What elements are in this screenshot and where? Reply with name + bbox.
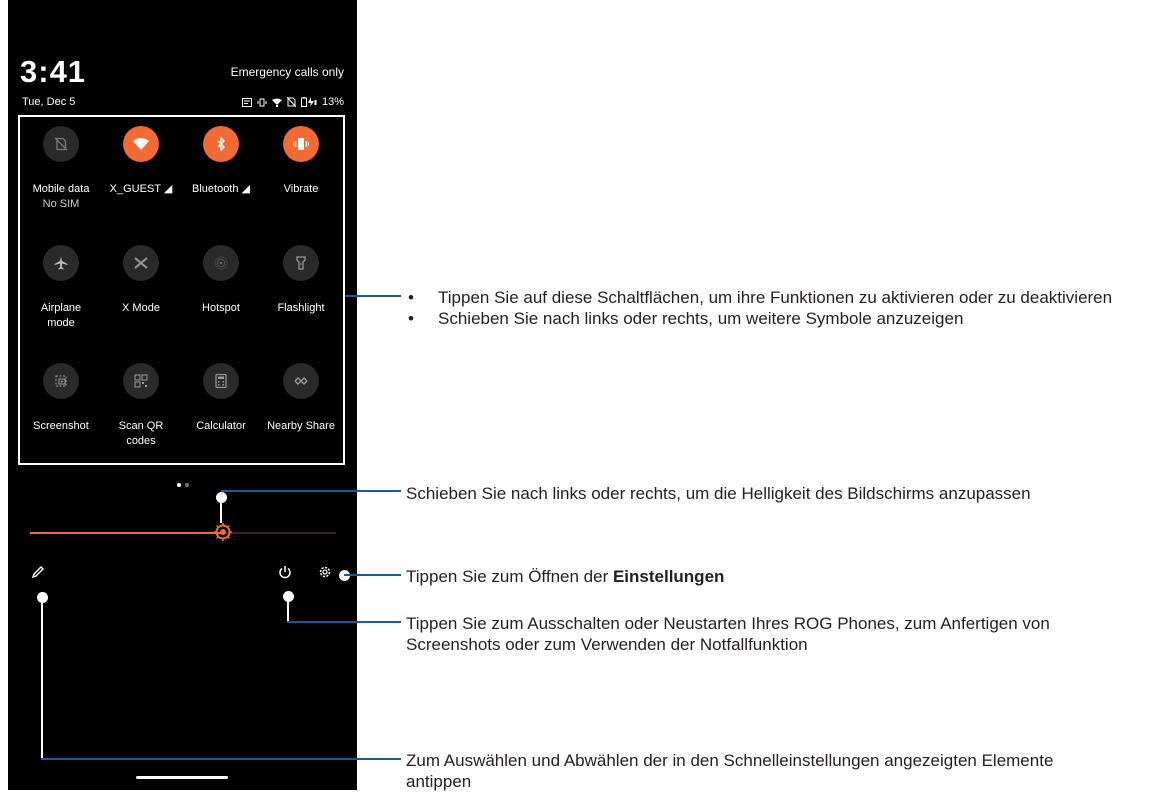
page-dot bbox=[185, 483, 189, 487]
screenshot-icon bbox=[43, 363, 79, 399]
x-mode-icon bbox=[123, 245, 159, 281]
tile-label: X_GUEST ◢ bbox=[109, 183, 173, 195]
clock: 3:41 bbox=[20, 54, 87, 89]
callout-line-brightness bbox=[221, 490, 401, 492]
tile-mobile-data[interactable]: Mobile data No SIM bbox=[21, 126, 101, 212]
wifi-icon bbox=[123, 126, 159, 162]
callout-brightness: Schieben Sie nach links oder rechts, um … bbox=[406, 484, 1031, 503]
calculator-icon bbox=[203, 363, 239, 399]
bluetooth-icon bbox=[203, 126, 239, 162]
power-button[interactable] bbox=[278, 565, 298, 585]
pencil-icon bbox=[31, 565, 51, 579]
page-indicator bbox=[177, 483, 189, 487]
settings-button[interactable] bbox=[318, 565, 338, 585]
tile-label: Bluetooth ◢ bbox=[192, 183, 250, 195]
tile-calculator[interactable]: Calculator bbox=[181, 363, 261, 434]
vibrate-status-icon bbox=[257, 98, 267, 107]
tile-nearby-share[interactable]: Nearby Share bbox=[261, 363, 341, 434]
tile-x-mode[interactable]: X Mode bbox=[101, 245, 181, 316]
tile-sublabel: No SIM bbox=[42, 198, 80, 210]
tile-label: X Mode bbox=[122, 302, 160, 314]
tile-wifi[interactable]: X_GUEST ◢ bbox=[101, 126, 181, 197]
phone-screen: 3:41 Tue, Dec 5 Emergency calls only 13%… bbox=[8, 0, 357, 790]
brightness-slider[interactable] bbox=[30, 523, 336, 541]
callout-bullet: • Schieben Sie nach links oder rechts, u… bbox=[406, 308, 1128, 329]
tile-vibrate[interactable]: Vibrate bbox=[261, 126, 341, 197]
power-icon bbox=[278, 565, 298, 579]
gear-icon bbox=[318, 565, 338, 579]
flashlight-icon bbox=[283, 245, 319, 281]
callout-bullet-text: Tippen Sie auf diese Schaltflächen, um i… bbox=[438, 288, 1113, 307]
callout-settings-bold: Einstellungen bbox=[612, 567, 725, 586]
tile-label: Vibrate bbox=[283, 183, 319, 195]
tile-label: Mobile data bbox=[32, 183, 90, 195]
battery-charging-icon bbox=[300, 97, 317, 107]
nearby-share-icon bbox=[283, 363, 319, 399]
tile-label: Nearby Share bbox=[267, 420, 335, 432]
callout-edit: Zum Auswählen und Abwählen der in den Sc… bbox=[406, 751, 1054, 791]
callout-line-power bbox=[287, 621, 401, 623]
tile-scan-qr[interactable]: Scan QR codes bbox=[101, 363, 181, 449]
tile-label: Scan QR codes bbox=[118, 420, 164, 447]
gesture-nav-bar[interactable] bbox=[136, 776, 228, 779]
callout-tiles: • Tippen Sie auf diese Schaltflächen, um… bbox=[406, 287, 1128, 329]
tile-label: Airplane mode bbox=[40, 302, 82, 329]
hotspot-icon bbox=[203, 245, 239, 281]
airplane-icon bbox=[43, 245, 79, 281]
callout-vline-power bbox=[287, 596, 289, 622]
callout-power: Tippen Sie zum Ausschalten oder Neustart… bbox=[406, 614, 1050, 654]
callout-settings-text: Tippen Sie zum Öffnen der bbox=[406, 567, 613, 586]
battery-percent: 13% bbox=[321, 96, 344, 108]
tile-bluetooth[interactable]: Bluetooth ◢ bbox=[181, 126, 261, 197]
brightness-icon[interactable] bbox=[213, 523, 232, 541]
brightness-slider-fill bbox=[30, 532, 223, 534]
tile-flashlight[interactable]: Flashlight bbox=[261, 245, 341, 316]
page-dot-active bbox=[177, 483, 181, 487]
callout-line-edit bbox=[41, 758, 401, 760]
callout-vline-edit bbox=[41, 597, 43, 759]
data-saver-icon bbox=[241, 97, 252, 107]
tile-label: Hotspot bbox=[202, 302, 240, 314]
tile-hotspot[interactable]: Hotspot bbox=[181, 245, 261, 316]
callout-bullet-text: Schieben Sie nach links oder rechts, um … bbox=[438, 309, 964, 328]
callout-bullet: • Tippen Sie auf diese Schaltflächen, um… bbox=[406, 287, 1128, 308]
carrier-status: Emergency calls only bbox=[230, 65, 344, 79]
tile-screenshot[interactable]: Screenshot bbox=[21, 363, 101, 434]
vibrate-icon bbox=[283, 126, 319, 162]
qr-code-icon bbox=[123, 363, 159, 399]
status-bar: 13% bbox=[241, 96, 344, 108]
callout-line-tiles bbox=[345, 295, 401, 297]
callout-line-settings bbox=[344, 574, 401, 576]
tile-airplane-mode[interactable]: Airplane mode bbox=[21, 245, 101, 331]
wifi-status-icon bbox=[271, 98, 282, 107]
date: Tue, Dec 5 bbox=[22, 96, 76, 108]
tile-label: Calculator bbox=[196, 420, 246, 432]
tile-label: Screenshot bbox=[33, 420, 89, 432]
callout-vline-brightness bbox=[220, 497, 222, 523]
edit-button[interactable] bbox=[31, 565, 51, 585]
tile-label: Flashlight bbox=[277, 302, 325, 314]
no-sim-icon bbox=[286, 97, 296, 107]
callout-settings: Tippen Sie zum Öffnen der Einstellungen bbox=[406, 566, 1146, 587]
no-sim-icon bbox=[43, 126, 79, 162]
